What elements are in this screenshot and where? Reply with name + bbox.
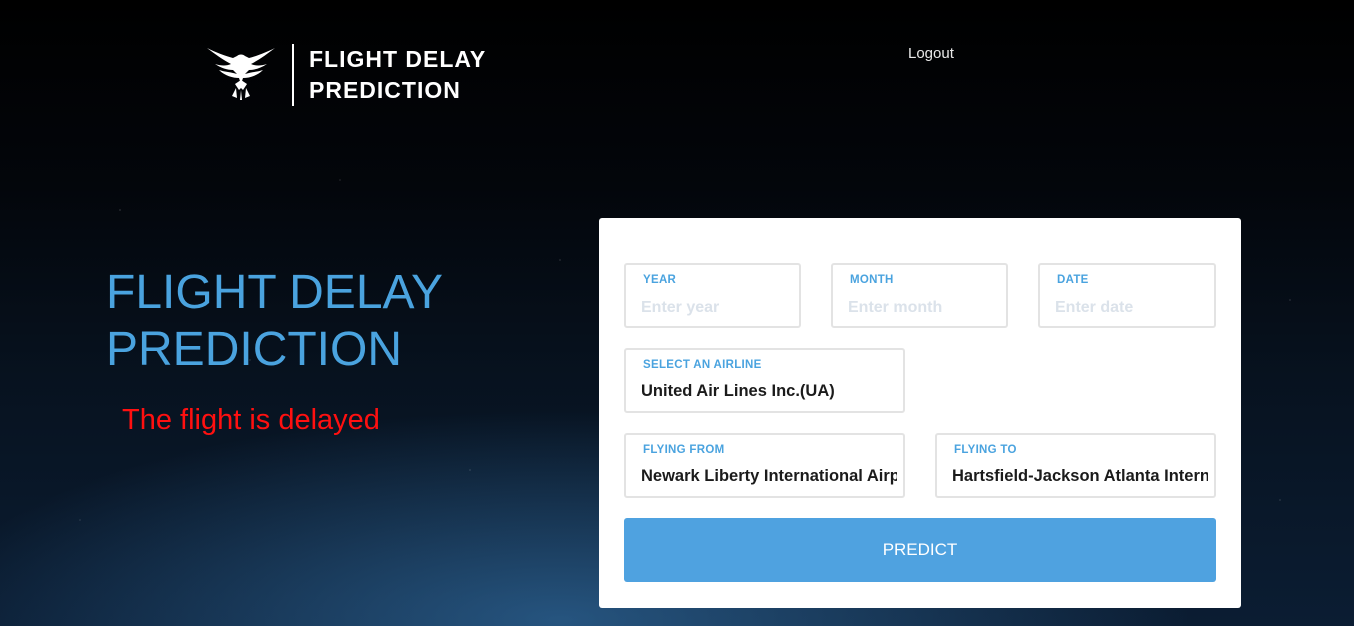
flying-to-selected-value[interactable]: Hartsfield-Jackson Atlanta International… (952, 467, 1208, 486)
flying-to-label: FLYING TO (954, 444, 1017, 456)
flying-from-selected-value[interactable]: Newark Liberty International Airport (EW… (641, 467, 897, 486)
eagle-logo-icon (207, 48, 275, 100)
prediction-form-card: YEAR MONTH DATE SELECT AN AIRLINE United… (599, 218, 1241, 608)
year-label: YEAR (643, 274, 677, 286)
date-input[interactable] (1055, 295, 1206, 321)
flying-to-select[interactable]: FLYING TO Hartsfield-Jackson Atlanta Int… (935, 433, 1216, 498)
predict-button[interactable]: PREDICT (624, 518, 1216, 582)
airline-label: SELECT AN AIRLINE (643, 359, 762, 371)
airline-select[interactable]: SELECT AN AIRLINE United Air Lines Inc.(… (624, 348, 905, 413)
page: FLIGHT DELAY PREDICTION Logout FLIGHT DE… (0, 0, 1354, 626)
year-input[interactable] (641, 295, 791, 321)
brand-line-2: PREDICTION (309, 77, 461, 103)
flying-from-select[interactable]: FLYING FROM Newark Liberty International… (624, 433, 905, 498)
month-input[interactable] (848, 295, 998, 321)
date-label: DATE (1057, 274, 1089, 286)
prediction-result: The flight is delayed (122, 404, 380, 436)
brand-divider (292, 44, 294, 106)
month-field[interactable]: MONTH (831, 263, 1008, 328)
brand-text: FLIGHT DELAY PREDICTION (309, 44, 486, 106)
date-field[interactable]: DATE (1038, 263, 1216, 328)
brand-line-1: FLIGHT DELAY (309, 46, 487, 72)
month-label: MONTH (850, 274, 894, 286)
hero-title: FLIGHT DELAY PREDICTION (106, 264, 443, 378)
year-field[interactable]: YEAR (624, 263, 801, 328)
brand[interactable]: FLIGHT DELAY PREDICTION (205, 44, 486, 106)
logout-link[interactable]: Logout (908, 45, 954, 62)
flying-from-label: FLYING FROM (643, 444, 725, 456)
airline-selected-value[interactable]: United Air Lines Inc.(UA) (641, 382, 897, 401)
hero-title-line-1: FLIGHT DELAY (106, 266, 443, 319)
hero-title-line-2: PREDICTION (106, 323, 403, 376)
